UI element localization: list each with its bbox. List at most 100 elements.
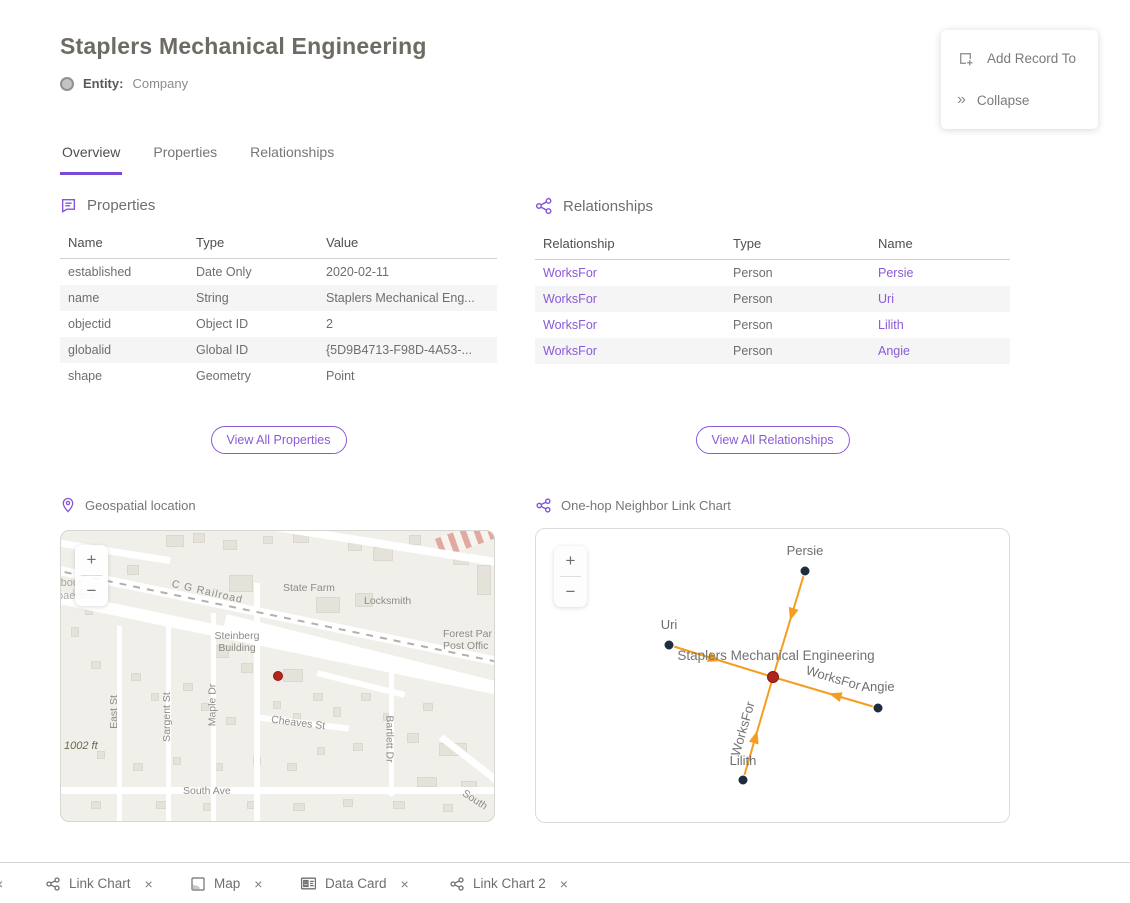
link-chart-canvas[interactable]: WorksForWorksForStaplers Mechanical Engi… <box>536 529 1010 823</box>
map-label-south-ave: South Ave <box>183 785 231 797</box>
entity-link[interactable]: Uri <box>870 286 1010 312</box>
section-title: One-hop Neighbor Link Chart <box>561 498 731 513</box>
menu-item-collapse[interactable]: » Collapse <box>941 79 1098 121</box>
table-row[interactable]: WorksForPersonUri <box>535 286 1010 312</box>
map-building <box>316 597 340 613</box>
tab-label: Link Chart <box>69 876 131 891</box>
graph-node[interactable] <box>664 640 674 650</box>
map-building <box>263 536 273 544</box>
map-building <box>133 763 143 771</box>
map-label-state-farm: State Farm <box>283 582 335 594</box>
map-building <box>293 803 305 811</box>
entity-label: Entity: <box>83 76 123 91</box>
close-icon[interactable]: × <box>145 876 153 892</box>
map-building <box>407 733 419 743</box>
node-label: Angie <box>861 679 894 694</box>
relationships-table: Relationship Type Name WorksForPersonPer… <box>535 230 1010 364</box>
map-building <box>131 673 141 681</box>
partial-tab-close-icon[interactable]: × <box>0 863 3 903</box>
zoom-out-button[interactable]: − <box>554 577 587 607</box>
table-row[interactable]: globalidGlobal ID{5D9B4713-F98D-4A53-... <box>60 337 497 363</box>
tab-overview[interactable]: Overview <box>60 140 122 175</box>
map-building <box>423 703 433 711</box>
collapse-icon: » <box>957 91 964 109</box>
entity-link[interactable]: Lilith <box>870 312 1010 338</box>
column-header: Name <box>870 230 1010 260</box>
close-icon[interactable]: × <box>254 876 262 892</box>
map-zoom-control: + − <box>75 545 108 606</box>
context-menu: Add Record To » Collapse <box>941 30 1098 129</box>
view-all-relationships-button[interactable]: View All Relationships <box>695 426 849 454</box>
table-row[interactable]: nameStringStaplers Mechanical Eng... <box>60 285 497 311</box>
zoom-out-button[interactable]: − <box>75 576 108 606</box>
tab-properties[interactable]: Properties <box>151 140 219 175</box>
relationship-link[interactable]: WorksFor <box>535 338 725 364</box>
column-header: Value <box>318 229 497 259</box>
center-graph-node[interactable] <box>768 672 779 683</box>
relationship-link[interactable]: WorksFor <box>535 312 725 338</box>
map-building <box>91 801 101 809</box>
close-icon[interactable]: × <box>401 876 409 892</box>
menu-item-label: Collapse <box>977 93 1030 108</box>
relationship-link[interactable]: WorksFor <box>535 260 725 286</box>
link-chart-icon <box>45 876 61 892</box>
table-row[interactable]: shapeGeometryPoint <box>60 363 497 389</box>
chart-zoom-control: + − <box>554 546 587 607</box>
properties-section: Properties Name Type Value establishedDa… <box>60 197 497 474</box>
graph-node[interactable] <box>800 566 810 576</box>
bottom-tab-map[interactable]: Map × <box>190 863 262 903</box>
view-all-properties-button[interactable]: View All Properties <box>211 426 347 454</box>
bottom-tab-link-chart[interactable]: Link Chart × <box>45 863 153 903</box>
relationship-link[interactable]: WorksFor <box>535 286 725 312</box>
map-building <box>393 801 405 809</box>
map-building <box>287 763 297 771</box>
entity-link[interactable]: Angie <box>870 338 1010 364</box>
map-building <box>183 683 193 691</box>
link-chart-panel: WorksForWorksForStaplers Mechanical Engi… <box>535 528 1010 823</box>
data-card-icon <box>300 875 317 892</box>
properties-icon <box>60 197 77 214</box>
bottom-tab-bar: × Link Chart × Map × Data Card × <box>0 862 1130 903</box>
map-building <box>223 540 237 550</box>
map-point-marker[interactable] <box>273 671 283 681</box>
map-label-forest-park: Forest ParPost Offic <box>443 628 492 652</box>
properties-table: Name Type Value establishedDate Only2020… <box>60 229 497 389</box>
map-building <box>91 661 101 669</box>
table-row[interactable]: establishedDate Only2020-02-11 <box>60 259 497 285</box>
map-building <box>127 565 139 575</box>
bottom-tab-data-card[interactable]: Data Card × <box>300 863 409 903</box>
map-building <box>317 747 325 755</box>
add-record-icon <box>957 50 974 67</box>
zoom-in-button[interactable]: + <box>75 545 108 575</box>
tab-relationships[interactable]: Relationships <box>248 140 336 175</box>
table-row[interactable]: objectidObject ID2 <box>60 311 497 337</box>
column-header: Relationship <box>535 230 725 260</box>
column-header: Type <box>188 229 318 259</box>
map-label-sargent-st: Sargent St <box>161 692 173 742</box>
entity-link[interactable]: Persie <box>870 260 1010 286</box>
zoom-in-button[interactable]: + <box>554 546 587 576</box>
table-row[interactable]: WorksForPersonAngie <box>535 338 1010 364</box>
table-row[interactable]: WorksForPersonPersie <box>535 260 1010 286</box>
close-icon[interactable]: × <box>560 876 568 892</box>
bottom-tab-link-chart-2[interactable]: Link Chart 2 × <box>449 863 568 903</box>
link-chart-icon <box>535 497 552 514</box>
link-chart-icon <box>449 876 465 892</box>
map-label-locksmith: Locksmith <box>364 595 411 607</box>
menu-item-add-record-to[interactable]: Add Record To <box>941 38 1098 79</box>
map-building <box>313 693 323 701</box>
section-title: Relationships <box>563 198 653 215</box>
center-node-label: Staplers Mechanical Engineering <box>677 648 874 663</box>
entity-type-icon <box>60 77 74 91</box>
node-label: Persie <box>787 543 824 558</box>
map-canvas[interactable]: C G Railroad State Farm Locksmith Steinb… <box>61 531 494 821</box>
map-panel: C G Railroad State Farm Locksmith Steinb… <box>60 530 495 822</box>
map-pin-icon <box>60 497 76 513</box>
map-building <box>97 751 105 759</box>
graph-node[interactable] <box>738 775 748 785</box>
table-row[interactable]: WorksForPersonLilith <box>535 312 1010 338</box>
map-label-steinberg: SteinbergBuilding <box>205 630 269 654</box>
map-building <box>229 575 253 592</box>
graph-node[interactable] <box>873 703 883 713</box>
map-building <box>173 757 181 765</box>
